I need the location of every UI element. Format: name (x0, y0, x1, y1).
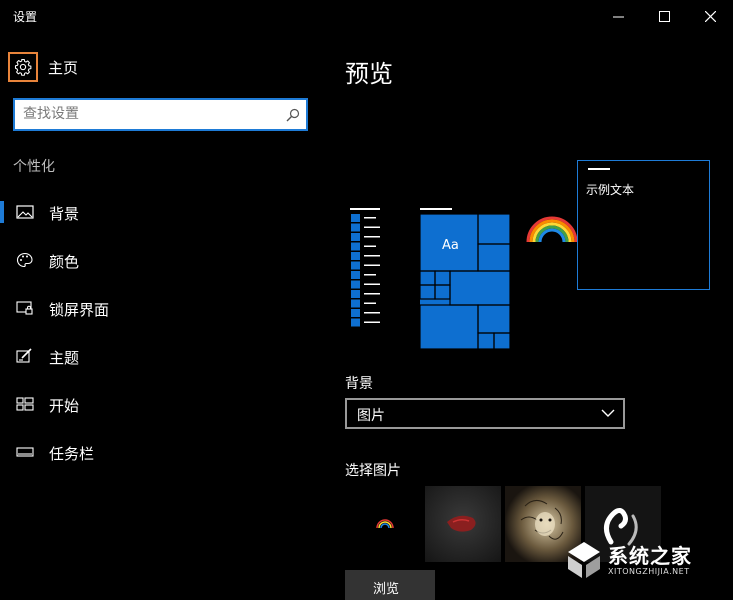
maximize-button[interactable] (641, 0, 687, 32)
sidebar-item-lock-screen[interactable]: 锁屏界面 (0, 284, 320, 332)
start-list-line (364, 293, 380, 295)
start-list-tile (351, 242, 360, 251)
background-type-value: 图片 (357, 408, 385, 424)
minimize-icon (612, 16, 624, 17)
start-list-line (364, 264, 380, 266)
start-list-line (364, 283, 380, 285)
watermark-logo-icon (568, 542, 600, 578)
start-menu-preview (350, 208, 380, 327)
tile-text: Aa (442, 238, 459, 253)
palette-icon (16, 252, 33, 268)
sample-text: 示例文本 (586, 183, 635, 197)
gear-icon (14, 58, 32, 76)
start-list-line (364, 255, 380, 257)
start-list-tile (351, 280, 360, 289)
start-list-line (364, 321, 380, 323)
start-list-tile (351, 271, 360, 279)
sidebar-nav: 背景 颜色 锁屏界面 主题 开始 任务栏 (0, 188, 320, 476)
start-list-tile (351, 214, 360, 222)
window-title: 设置 (13, 10, 38, 24)
active-indicator (0, 201, 4, 223)
search-input[interactable] (23, 106, 273, 122)
start-grid-icon (16, 397, 34, 411)
sample-window-bar (588, 168, 610, 170)
taskbar-icon (16, 447, 34, 457)
sidebar-item-themes[interactable]: 主题 (0, 332, 320, 380)
tiles-preview: Aa (420, 208, 511, 350)
sidebar-item-start[interactable]: 开始 (0, 380, 320, 428)
start-list-tile (351, 290, 360, 298)
search-icon[interactable] (286, 108, 300, 122)
watermark-title: 系统之家 (608, 544, 692, 568)
start-list-tile (351, 223, 360, 232)
sidebar-item-label: 颜色 (49, 253, 80, 271)
close-icon (704, 10, 716, 22)
start-list-line (364, 274, 376, 276)
sidebar-item-background[interactable]: 背景 (0, 188, 320, 236)
chevron-down-icon (601, 409, 615, 417)
sidebar-item-colors[interactable]: 颜色 (0, 236, 320, 284)
sidebar-item-label: 开始 (49, 397, 80, 415)
minimize-button[interactable] (595, 0, 641, 32)
page-title: 预览 (345, 60, 393, 88)
search-box[interactable] (13, 98, 308, 131)
start-list-line (364, 236, 380, 238)
title-bar: 设置 (0, 0, 733, 32)
watermark: 系统之家 XITONGZHIJIA.NET (562, 536, 732, 584)
background-label: 背景 (345, 376, 373, 392)
theme-brush-icon (16, 348, 32, 363)
start-list-line (364, 245, 376, 247)
start-list-line (364, 226, 380, 228)
home-highlight (8, 52, 38, 82)
background-type-select[interactable]: 图片 (345, 398, 625, 429)
start-list-tile (351, 252, 360, 260)
thumbnail-rainbow[interactable] (345, 486, 421, 562)
close-button[interactable] (687, 0, 733, 32)
browse-button[interactable]: 浏览 (345, 570, 435, 600)
picture-icon (16, 205, 34, 219)
start-list-tile (351, 299, 360, 308)
section-heading: 个性化 (13, 159, 55, 175)
sidebar-item-taskbar[interactable]: 任务栏 (0, 428, 320, 476)
maximize-icon (658, 10, 670, 22)
sidebar-item-label: 任务栏 (49, 445, 95, 463)
watermark-subtitle: XITONGZHIJIA.NET (608, 567, 690, 576)
start-list-line (364, 217, 376, 219)
start-list-tile (351, 318, 360, 327)
start-list-tile (351, 233, 360, 241)
start-list-line (364, 302, 376, 304)
home-link[interactable]: 主页 (8, 52, 78, 82)
home-label: 主页 (48, 58, 79, 77)
start-list-line (364, 312, 380, 314)
rainbow-wallpaper-preview (526, 216, 578, 243)
browse-label: 浏览 (373, 582, 400, 597)
sidebar-item-label: 锁屏界面 (49, 301, 110, 319)
sample-window-preview: 示例文本 (577, 160, 710, 290)
start-list-tile (351, 261, 360, 270)
sidebar-item-label: 主题 (49, 349, 80, 367)
sidebar-item-label: 背景 (49, 205, 80, 223)
thumbnail-red-object[interactable] (425, 486, 501, 562)
rainbow-thumb-icon (376, 519, 394, 529)
lock-screen-icon (16, 301, 33, 315)
choose-picture-label: 选择图片 (345, 463, 401, 479)
start-list-tile (351, 309, 360, 317)
red-shape-thumb-icon (447, 515, 476, 532)
